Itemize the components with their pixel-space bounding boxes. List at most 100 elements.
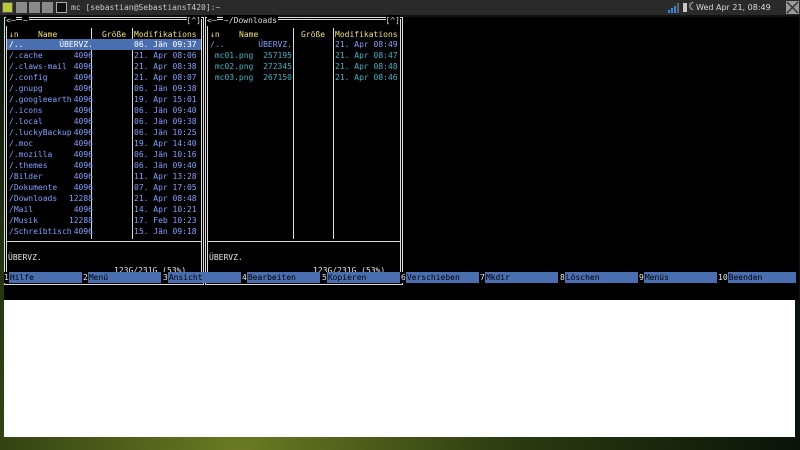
file-row[interactable]: /.. ÜBERVZ. 06. Jän 09:37 [7,39,201,50]
file-date: 06. Jän 10:25 [134,128,197,137]
file-date: 06. Jän 09:40 [134,161,197,170]
file-row[interactable]: /.claws-mail 4096 21. Apr 08:38 [7,61,201,72]
file-row[interactable]: /.themes 4096 06. Jän 09:40 [7,160,201,171]
file-size: 4096 [73,95,93,104]
file-size: 4096 [73,161,93,170]
file-size: 4096 [73,117,93,126]
file-name: /Downloads [9,194,58,203]
file-row[interactable]: /.mozilla 4096 06. Jän 10:16 [7,149,201,160]
right-panel[interactable]: <─ ~/Downloads [^] ↓n Name Größe Modifik… [205,15,403,285]
fkey-9[interactable]: 9Menüs [639,272,717,283]
menu-icon[interactable] [2,2,13,13]
file-size: 4096 [73,51,93,60]
file-size: 4096 [73,84,93,93]
fkey-8[interactable]: 8Löschen [560,272,638,283]
left-mini-status: ÜBERVZ. [8,253,42,262]
file-row[interactable]: /.cache 4096 21. Apr 08:06 [7,50,201,61]
file-name: /.local [9,117,43,126]
file-row[interactable]: mc01.png 257195 21. Apr 08:47 [208,50,400,61]
battery-icon [683,3,687,12]
fkey-2[interactable]: 2Menü [83,272,161,283]
file-name: /Musik [9,216,38,225]
terminal-icon[interactable] [56,2,67,13]
file-size: 4096 [73,205,93,214]
file-name: /.moc [9,139,34,148]
file-row[interactable]: /Musik 12288 17. Feb 10:23 [7,215,201,226]
fkey-label: Kopieren [326,272,400,283]
file-date: 06. Jän 09:37 [134,40,197,49]
file-row[interactable]: /.luckyBackup 4096 06. Jän 10:25 [7,127,201,138]
file-date: 21. Apr 08:48 [134,194,197,203]
file-name: /.googleearth [9,95,72,104]
fkey-6[interactable]: 6Verschieben [401,272,479,283]
fkey-label: Ansicht [167,272,241,283]
file-date: 06. Jän 10:16 [134,150,197,159]
fkey-10[interactable]: 10Beenden [718,272,796,283]
panel-prev-arrow[interactable]: <─ [207,15,217,26]
window-button-3[interactable] [42,2,53,13]
file-name: /.claws-mail [9,62,67,71]
file-name: /.gnupg [9,84,43,93]
file-size: 267150 [263,73,292,82]
file-size: 4096 [73,128,93,137]
file-row[interactable]: /Dokumente 4096 07. Apr 17:05 [7,182,201,193]
file-name: mc03.png [210,73,254,82]
file-row[interactable]: /.moc 4096 19. Apr 14:40 [7,138,201,149]
fkey-7[interactable]: 7Mkdir [480,272,558,283]
fkey-3[interactable]: 3Ansicht [163,272,241,283]
file-date: 21. Apr 08:47 [335,51,398,60]
file-name: /Schreibtisch [9,227,72,236]
terminal-window-title[interactable]: mc [sebastian@SebastiansT420]:~ [71,2,220,13]
file-date: 17. Feb 10:23 [134,216,197,225]
window-button-1[interactable] [16,2,27,13]
file-row[interactable]: /Mail 4096 14. Apr 10:21 [7,204,201,215]
file-size: ÜBERVZ. [258,40,292,49]
file-date: 06. Jän 09:40 [134,106,197,115]
left-panel[interactable]: <─ ~ [^] ↓n Name Größe Modifikations /..… [4,15,204,285]
file-size: 4096 [73,73,93,82]
file-date: 19. Apr 15:01 [134,95,197,104]
file-row[interactable]: /.config 4096 21. Apr 08:07 [7,72,201,83]
file-row[interactable]: mc02.png 272345 21. Apr 08:48 [208,61,400,72]
fkey-4[interactable]: 4Bearbeiten [242,272,320,283]
file-date: 14. Apr 10:21 [134,205,197,214]
file-row[interactable]: /.local 4096 06. Jän 09:38 [7,116,201,127]
file-name: mc01.png [210,51,254,60]
close-icon[interactable] [786,1,799,14]
file-name: /Dokumente [9,183,58,192]
file-row[interactable]: /Downloads 12288 21. Apr 08:48 [7,193,201,204]
file-name: mc02.png [210,62,254,71]
fkey-label: Menüs [643,272,717,283]
fkey-label: Mkdir [484,272,558,283]
history-button[interactable]: [^] [186,15,201,26]
file-row[interactable]: /Bilder 4096 11. Apr 13:28 [7,171,201,182]
file-size: 272345 [263,62,292,71]
file-row[interactable]: /.gnupg 4096 06. Jän 09:38 [7,83,201,94]
panel-prev-arrow[interactable]: <─ [6,15,16,26]
history-button[interactable]: [^] [385,15,400,26]
file-size: 257195 [263,51,292,60]
file-date: 21. Apr 08:06 [134,51,197,60]
fkey-number: 10 [718,273,728,282]
file-row[interactable]: /.icons 4096 06. Jän 09:40 [7,105,201,116]
file-row[interactable]: /.googleearth 4096 19. Apr 15:01 [7,94,201,105]
file-date: 21. Apr 08:49 [335,40,398,49]
file-size: ÜBERVZ. [59,40,93,49]
right-mini-status: ÜBERVZ. [209,253,243,262]
file-row[interactable]: /.. ÜBERVZ. 21. Apr 08:49 [208,39,400,50]
file-row[interactable]: /Schreibtisch 4096 15. Jän 09:18 [7,226,201,237]
fkey-5[interactable]: 5Kopieren [322,272,400,283]
fkey-label: Verschieben [405,272,479,283]
file-name: /.. [9,40,24,49]
fkey-1[interactable]: 1Hilfe [4,272,82,283]
window-button-2[interactable] [29,2,40,13]
top-taskbar: mc [sebastian@SebastiansT420]:~ ☾ Wed Ap… [0,0,800,16]
file-date: 19. Apr 14:40 [134,139,197,148]
file-name: /.cache [9,51,43,60]
file-size: 4096 [73,106,93,115]
fkey-label: Hilfe [8,272,82,283]
fkey-label: Bearbeiten [246,272,320,283]
file-date: 06. Jän 09:38 [134,84,197,93]
file-size: 4096 [73,62,93,71]
file-row[interactable]: mc03.png 267150 21. Apr 08:46 [208,72,400,83]
